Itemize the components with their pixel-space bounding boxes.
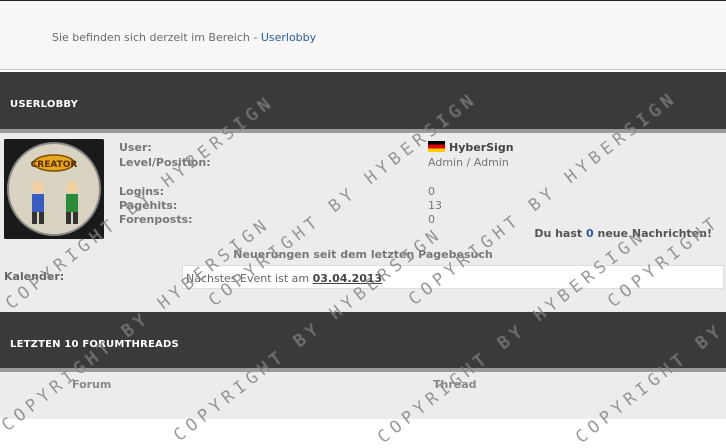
logins-label: Logins: (119, 185, 164, 198)
user-name-text: HyberSign (449, 141, 514, 154)
calendar-event-date-link[interactable]: 03.04.2013 (313, 272, 383, 285)
new-messages-notice[interactable]: Du hast 0 neue Nachrichten! (534, 227, 712, 240)
column-header-forum: Forum (72, 378, 112, 391)
calendar-box: Nächstes Event ist am 03.04.2013 (182, 265, 724, 289)
messages-after: neue Nachrichten! (593, 227, 712, 240)
userlobby-title: USERLOBBY (10, 99, 79, 110)
forumthreads-title: LETZTEN 10 FORUMTHREADS (10, 339, 179, 350)
messages-count: 0 (586, 227, 594, 240)
user-label: User: (119, 141, 152, 154)
userlobby-header: USERLOBBY (0, 72, 726, 133)
german-flag-icon (428, 141, 445, 152)
pagehits-label: Pagehits: (119, 199, 178, 212)
user-name[interactable]: HyberSign (428, 141, 514, 154)
logins-value: 0 (428, 185, 435, 198)
messages-before: Du hast (534, 227, 586, 240)
calendar-label: Kalender: (4, 270, 65, 283)
breadcrumb-bar: Sie befinden sich derzeit im Bereich - U… (0, 0, 726, 70)
avatar-caption: CREATOR (31, 160, 78, 170)
avatar: CREATOR (4, 139, 104, 239)
forenposts-label: Forenposts: (119, 213, 193, 226)
avatar-image: CREATOR (4, 139, 104, 239)
column-header-thread: Thread (433, 378, 477, 391)
level-label: Level/Position: (119, 156, 211, 169)
pagehits-value: 13 (428, 199, 442, 212)
forenposts-value: 0 (428, 213, 435, 226)
forumthreads-header: LETZTEN 10 FORUMTHREADS (0, 312, 726, 372)
breadcrumb: Sie befinden sich derzeit im Bereich - U… (52, 31, 316, 44)
calendar-prefix: Nächstes Event ist am (186, 272, 313, 285)
changes-heading: Neuerungen seit dem letzten Pagebesuch (233, 248, 493, 261)
breadcrumb-prefix: Sie befinden sich derzeit im Bereich - (52, 31, 261, 44)
calendar-text: Nächstes Event ist am 03.04.2013 (186, 272, 382, 285)
breadcrumb-link-userlobby[interactable]: Userlobby (261, 31, 316, 44)
level-value: Admin / Admin (428, 156, 509, 169)
